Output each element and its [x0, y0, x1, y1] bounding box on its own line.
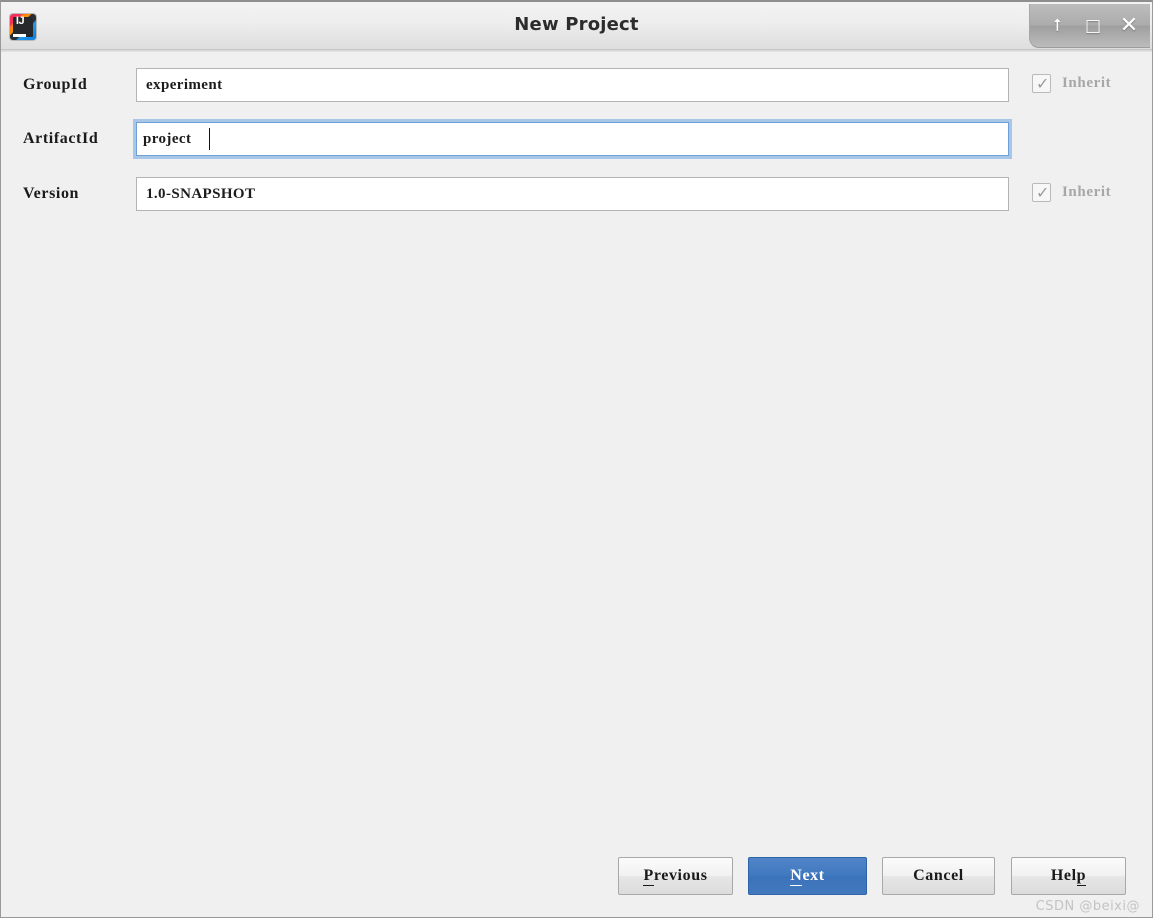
- version-label: Version: [23, 185, 80, 202]
- watermark-text: CSDN @beixi@: [1035, 899, 1140, 914]
- artifactid-label: ArtifactId: [23, 130, 99, 147]
- version-input[interactable]: [136, 177, 1009, 211]
- help-mnemonic: p: [1076, 867, 1087, 886]
- artifactid-input[interactable]: [133, 119, 1012, 159]
- page-title: New Project: [514, 14, 639, 35]
- maximize-button[interactable]: □: [1078, 12, 1108, 40]
- window-controls: ⭡ □ ✕: [1029, 4, 1150, 48]
- next-button[interactable]: Next: [748, 857, 867, 895]
- form-row-version: Version ✓ Inherit: [1, 177, 1152, 213]
- form-row-groupid: GroupId ✓ Inherit: [1, 68, 1152, 104]
- form-row-artifactid: ArtifactId: [1, 119, 1152, 159]
- version-inherit-checkbox[interactable]: ✓: [1032, 183, 1051, 202]
- check-icon: ✓: [1036, 74, 1050, 93]
- help-button[interactable]: Help: [1011, 857, 1126, 895]
- previous-mnemonic: P: [643, 867, 654, 886]
- previous-button[interactable]: Previous: [618, 857, 733, 895]
- groupid-inherit-checkbox[interactable]: ✓: [1032, 74, 1051, 93]
- version-inherit-label: Inherit: [1062, 184, 1112, 200]
- cancel-button[interactable]: Cancel: [882, 857, 995, 895]
- titlebar-separator: [1, 50, 1152, 52]
- shade-button[interactable]: ⭡: [1042, 12, 1072, 40]
- help-label-pre: Hel: [1050, 867, 1077, 884]
- groupid-input[interactable]: [136, 68, 1009, 102]
- text-caret: [209, 128, 210, 150]
- check-icon: ✓: [1036, 183, 1050, 202]
- dialog-button-bar: Previous Next Cancel Help: [1, 857, 1152, 897]
- groupid-label: GroupId: [23, 76, 88, 93]
- previous-label-rest: revious: [653, 867, 708, 884]
- new-project-dialog: IJ New Project ⭡ □ ✕ GroupId ✓ Inherit A…: [0, 0, 1153, 918]
- next-mnemonic: N: [790, 867, 803, 886]
- close-button[interactable]: ✕: [1114, 12, 1144, 40]
- title-bar[interactable]: IJ New Project ⭡ □ ✕: [1, 2, 1152, 50]
- next-label-rest: ext: [802, 867, 825, 884]
- groupid-inherit-label: Inherit: [1062, 75, 1112, 91]
